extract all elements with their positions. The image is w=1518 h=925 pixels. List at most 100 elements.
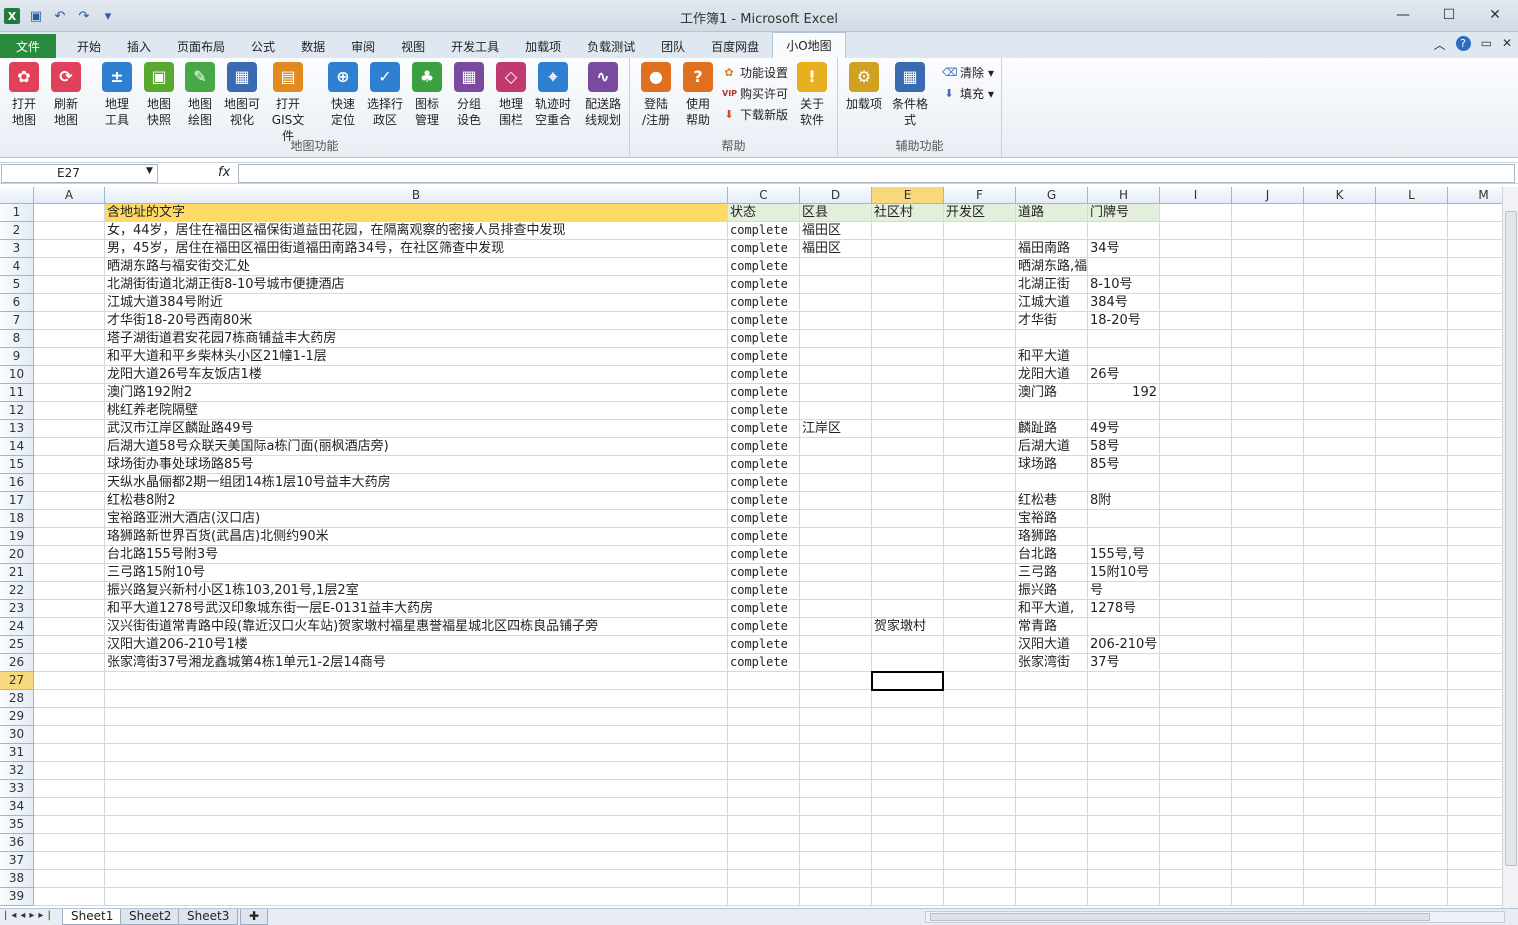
cell-L36[interactable] (1376, 834, 1448, 852)
cell-H35[interactable] (1088, 816, 1160, 834)
column-header-G[interactable]: G (1016, 187, 1088, 204)
cell-K13[interactable] (1304, 420, 1376, 438)
cell-F39[interactable] (944, 888, 1016, 906)
cell-H21[interactable]: 15附10号 (1088, 564, 1160, 582)
cell-A12[interactable] (34, 402, 105, 420)
row-header[interactable]: 32 (0, 762, 34, 780)
row-header[interactable]: 13 (0, 420, 34, 438)
cell-I34[interactable] (1160, 798, 1232, 816)
cell-A28[interactable] (34, 690, 105, 708)
cell-G9[interactable]: 和平大道 (1016, 348, 1088, 366)
cell-L35[interactable] (1376, 816, 1448, 834)
cell-A5[interactable] (34, 276, 105, 294)
row-header[interactable]: 29 (0, 708, 34, 726)
cell-M28[interactable] (1448, 690, 1502, 708)
cell-C32[interactable] (728, 762, 800, 780)
cell-L25[interactable] (1376, 636, 1448, 654)
ribbon-button-0-4[interactable]: ✎ 地图 绘图 (178, 62, 222, 128)
cell-K30[interactable] (1304, 726, 1376, 744)
row-header[interactable]: 27 (0, 672, 34, 690)
tab-7[interactable]: 视图 (388, 34, 438, 58)
cell-D30[interactable] (800, 726, 872, 744)
cell-C25[interactable]: complete (728, 636, 800, 654)
cell-B34[interactable] (105, 798, 728, 816)
cell-M5[interactable] (1448, 276, 1502, 294)
cell-B12[interactable]: 桃红养老院隔壁 (105, 402, 728, 420)
cell-G17[interactable]: 红松巷 (1016, 492, 1088, 510)
cell-J29[interactable] (1232, 708, 1304, 726)
cell-D36[interactable] (800, 834, 872, 852)
cell-A21[interactable] (34, 564, 105, 582)
cell-F26[interactable] (944, 654, 1016, 672)
cell-C23[interactable]: complete (728, 600, 800, 618)
column-header-A[interactable]: A (34, 187, 105, 204)
row-header[interactable]: 3 (0, 240, 34, 258)
fill-button[interactable]: ⬇ 填充 ▾ (942, 85, 994, 102)
cell-G31[interactable] (1016, 744, 1088, 762)
cell-C28[interactable] (728, 690, 800, 708)
cell-D24[interactable] (800, 618, 872, 636)
ribbon-button-0-9[interactable]: ♣ 图标 管理 (405, 62, 449, 128)
cell-H9[interactable] (1088, 348, 1160, 366)
cell-I4[interactable] (1160, 258, 1232, 276)
cell-G32[interactable] (1016, 762, 1088, 780)
cell-C24[interactable]: complete (728, 618, 800, 636)
cell-A4[interactable] (34, 258, 105, 276)
cell-I38[interactable] (1160, 870, 1232, 888)
cell-F16[interactable] (944, 474, 1016, 492)
cell-J1[interactable] (1232, 204, 1304, 222)
cell-A39[interactable] (34, 888, 105, 906)
cell-I8[interactable] (1160, 330, 1232, 348)
cell-G39[interactable] (1016, 888, 1088, 906)
cell-F34[interactable] (944, 798, 1016, 816)
cell-C31[interactable] (728, 744, 800, 762)
cell-E4[interactable] (872, 258, 944, 276)
cell-J10[interactable] (1232, 366, 1304, 384)
collapse-ribbon-icon[interactable]: ︿ (1434, 36, 1446, 53)
cell-K10[interactable] (1304, 366, 1376, 384)
cell-A30[interactable] (34, 726, 105, 744)
cell-M9[interactable] (1448, 348, 1502, 366)
cell-A1[interactable] (34, 204, 105, 222)
spreadsheet-grid[interactable]: ABCDEFGHIJKLM 1 含地址的文字 状态 区县 社区村 开发区 道路 门牌号 2 女，4… (0, 187, 1502, 908)
cell-J3[interactable] (1232, 240, 1304, 258)
cell-G20[interactable]: 台北路 (1016, 546, 1088, 564)
cell-G4[interactable]: 晒湖东路,福安街 (1016, 258, 1088, 276)
cell-C5[interactable]: complete (728, 276, 800, 294)
row-header[interactable]: 16 (0, 474, 34, 492)
cell-B23[interactable]: 和平大道1278号武汉印象城东街一层E-0131益丰大药房 (105, 600, 728, 618)
row-header[interactable]: 9 (0, 348, 34, 366)
cell-M6[interactable] (1448, 294, 1502, 312)
cell-L9[interactable] (1376, 348, 1448, 366)
cell-M3[interactable] (1448, 240, 1502, 258)
cell-A6[interactable] (34, 294, 105, 312)
row-header[interactable]: 37 (0, 852, 34, 870)
cell-D10[interactable] (800, 366, 872, 384)
cell-E24[interactable]: 贺家墩村 (872, 618, 944, 636)
cell-J4[interactable] (1232, 258, 1304, 276)
cell-C36[interactable] (728, 834, 800, 852)
cell-K11[interactable] (1304, 384, 1376, 402)
cell-E30[interactable] (872, 726, 944, 744)
cell-K14[interactable] (1304, 438, 1376, 456)
cell-A9[interactable] (34, 348, 105, 366)
cell-B25[interactable]: 汉阳大道206-210号1楼 (105, 636, 728, 654)
cell-I30[interactable] (1160, 726, 1232, 744)
cell-L11[interactable] (1376, 384, 1448, 402)
cell-A19[interactable] (34, 528, 105, 546)
row-header[interactable]: 25 (0, 636, 34, 654)
cell-L31[interactable] (1376, 744, 1448, 762)
cell-K1[interactable] (1304, 204, 1376, 222)
tab-0[interactable]: 文件 (0, 34, 56, 58)
cell-D11[interactable] (800, 384, 872, 402)
cell-K29[interactable] (1304, 708, 1376, 726)
cell-D19[interactable] (800, 528, 872, 546)
cell-C38[interactable] (728, 870, 800, 888)
cell-G2[interactable] (1016, 222, 1088, 240)
cell-B5[interactable]: 北湖街街道北湖正街8-10号城市便捷酒店 (105, 276, 728, 294)
cell-E7[interactable] (872, 312, 944, 330)
ribbon-button-0-8[interactable]: ✓ 选择行 政区 (363, 62, 407, 128)
cell-J35[interactable] (1232, 816, 1304, 834)
cell-L23[interactable] (1376, 600, 1448, 618)
cell-F33[interactable] (944, 780, 1016, 798)
